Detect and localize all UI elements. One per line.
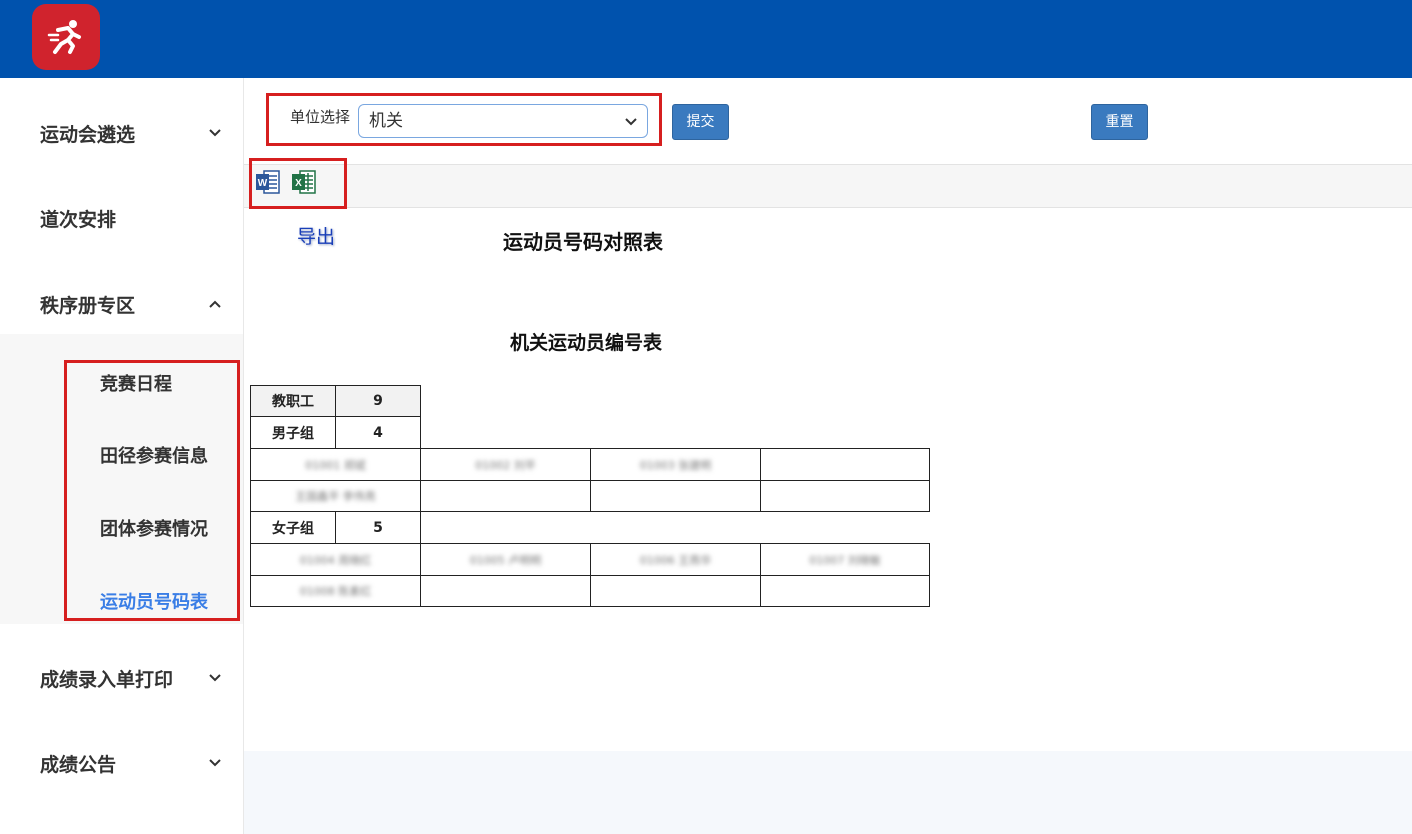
athlete-entry: 01006 王燕华 xyxy=(639,553,712,567)
athlete-cell xyxy=(420,480,591,512)
athlete-entry: 01008 陈素红 xyxy=(299,585,372,598)
highlight-export xyxy=(249,158,347,209)
group-label: 男子组 xyxy=(250,416,336,449)
athlete-entry: 王国鑫平 李伟亮 xyxy=(295,490,376,503)
highlight-submenu xyxy=(64,360,240,621)
category-label: 教职工 xyxy=(250,385,336,417)
export-toolbar xyxy=(244,164,1412,208)
group-count: 4 xyxy=(335,416,421,449)
sidebar-item-score-print[interactable]: 成绩录入单打印 xyxy=(0,648,243,708)
sidebar-item-lanes[interactable]: 道次安排 xyxy=(0,188,243,248)
athlete-cell: 01003 张建明 xyxy=(590,448,761,481)
athlete-cell xyxy=(760,448,930,481)
athlete-cell: 01001 郑斌 xyxy=(250,448,421,481)
category-count: 9 xyxy=(335,385,421,417)
chevron-down-icon xyxy=(209,674,221,682)
athlete-cell xyxy=(590,575,761,607)
main-footer-area xyxy=(244,751,1412,834)
group-label: 女子组 xyxy=(250,511,336,544)
athlete-cell: 01005 卢明明 xyxy=(420,543,591,576)
athlete-cell: 王国鑫平 李伟亮 xyxy=(250,480,421,512)
athlete-cell: 01002 刘平 xyxy=(420,448,591,481)
submit-button[interactable]: 提交 xyxy=(672,104,729,140)
athlete-entry: 01007 刘晓敏 xyxy=(809,553,881,567)
chevron-up-icon xyxy=(209,300,221,308)
report-title: 运动员号码对照表 xyxy=(503,230,663,254)
sidebar-item-label: 道次安排 xyxy=(40,208,117,231)
sidebar-item-program[interactable]: 秩序册专区 xyxy=(0,274,243,334)
sidebar-item-selection[interactable]: 运动会遴选 xyxy=(0,103,243,163)
athlete-cell: 01007 刘晓敏 xyxy=(760,543,930,576)
athlete-cell xyxy=(760,480,930,512)
athlete-entry: 01004 周晓红 xyxy=(299,553,372,567)
athlete-cell xyxy=(590,480,761,512)
chevron-down-icon xyxy=(209,129,221,137)
athlete-entry: 01002 刘平 xyxy=(475,458,536,472)
athlete-cell: 01006 王燕华 xyxy=(590,543,761,576)
athlete-entry: 01005 卢明明 xyxy=(469,553,542,567)
logo[interactable] xyxy=(32,4,100,70)
athlete-cell xyxy=(760,575,930,607)
top-bar xyxy=(0,0,1412,78)
chevron-down-icon xyxy=(209,759,221,767)
athlete-cell xyxy=(420,575,591,607)
athlete-entry: 01001 郑斌 xyxy=(305,458,366,472)
sidebar-item-label: 成绩公告 xyxy=(40,753,117,776)
highlight-unit-select xyxy=(266,93,662,146)
athlete-cell: 01008 陈素红 xyxy=(250,575,421,607)
runner-icon xyxy=(47,20,81,54)
report-subtitle: 机关运动员编号表 xyxy=(510,332,663,354)
reset-button[interactable]: 重置 xyxy=(1091,104,1148,140)
athlete-cell: 01004 周晓红 xyxy=(250,543,421,576)
sidebar-item-score-notice[interactable]: 成绩公告 xyxy=(0,733,243,793)
sidebar-item-label: 成绩录入单打印 xyxy=(40,668,174,691)
group-count: 5 xyxy=(335,511,421,544)
sidebar-item-label: 运动会遴选 xyxy=(40,123,136,146)
athlete-entry: 01003 张建明 xyxy=(639,458,712,472)
export-label: 导出 xyxy=(297,226,336,248)
sidebar-item-label: 秩序册专区 xyxy=(40,294,136,317)
